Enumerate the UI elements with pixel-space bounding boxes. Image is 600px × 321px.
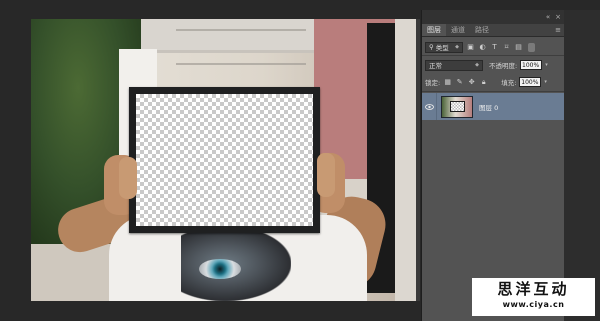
tab-layers[interactable]: 图层 bbox=[422, 24, 446, 36]
tab-channels[interactable]: 通道 bbox=[446, 24, 470, 36]
workspace bbox=[0, 0, 421, 321]
layers-panel: « × 图层 通道 路径 ≡ ⚲ 类型 ◆ ▣ ◐ T ⌑ ▤ 正常 ◆ 不透明… bbox=[421, 10, 565, 321]
photo-left-fingers bbox=[119, 157, 137, 199]
lock-all-icon[interactable]: 🔒︎ bbox=[479, 78, 488, 87]
fill-label: 填充: bbox=[501, 79, 517, 87]
chevron-down-icon: ◆ bbox=[475, 62, 479, 68]
filter-kind-select[interactable]: ⚲ 类型 ◆ bbox=[425, 41, 463, 53]
image-filter-icon[interactable]: ▣ bbox=[466, 43, 475, 52]
document-canvas[interactable] bbox=[31, 19, 416, 301]
lock-transparent-icon[interactable]: ▦ bbox=[443, 78, 452, 87]
fill-input[interactable]: 100% bbox=[519, 77, 542, 87]
collapse-panel-icon[interactable]: « bbox=[546, 13, 550, 21]
photo-doorframe bbox=[395, 19, 416, 301]
visibility-eye-icon[interactable] bbox=[422, 93, 437, 120]
blend-mode-value: 正常 bbox=[429, 62, 442, 70]
layer-row[interactable]: 图层 0 bbox=[422, 93, 565, 120]
transparent-area bbox=[136, 94, 313, 226]
lock-move-icon[interactable]: ✥ bbox=[467, 78, 476, 87]
tab-paths[interactable]: 路径 bbox=[470, 24, 494, 36]
layer-filter-row: ⚲ 类型 ◆ ▣ ◐ T ⌑ ▤ bbox=[422, 39, 565, 55]
opacity-slider-icon[interactable]: ▾ bbox=[545, 62, 548, 68]
lock-row: 锁定: ▦ ✎ ✥ 🔒︎ 填充: 100% ▾ bbox=[422, 74, 565, 90]
blend-mode-select[interactable]: 正常 ◆ bbox=[425, 59, 483, 71]
type-filter-icon[interactable]: T bbox=[490, 43, 499, 52]
opacity-label: 不透明度: bbox=[489, 62, 518, 70]
photo-shirt-eye bbox=[199, 259, 241, 279]
workspace-scrollbar[interactable] bbox=[416, 19, 420, 301]
divider bbox=[422, 55, 565, 56]
layer-name[interactable]: 图层 0 bbox=[479, 102, 498, 112]
blend-row: 正常 ◆ 不透明度: 100% ▾ bbox=[422, 57, 565, 73]
panel-tabs: 图层 通道 路径 ≡ bbox=[422, 24, 565, 37]
filter-kind-value: 类型 bbox=[435, 44, 449, 52]
layer-thumbnail bbox=[441, 95, 473, 118]
watermark-title: 思洋互动 bbox=[497, 280, 570, 298]
smart-object-filter-icon[interactable]: ▤ bbox=[514, 43, 523, 52]
chevron-down-icon: ◆ bbox=[455, 44, 459, 50]
photo-right-fingers bbox=[317, 153, 335, 197]
opacity-input[interactable]: 100% bbox=[520, 60, 543, 70]
search-icon: ⚲ bbox=[429, 43, 434, 51]
photo-shelf bbox=[176, 29, 306, 65]
lock-paint-icon[interactable]: ✎ bbox=[455, 78, 464, 87]
adjustment-filter-icon[interactable]: ◐ bbox=[478, 43, 487, 52]
fill-slider-icon[interactable]: ▾ bbox=[544, 79, 547, 85]
close-panel-icon[interactable]: × bbox=[555, 13, 561, 21]
photo-frame bbox=[129, 87, 320, 233]
panel-dock-strip bbox=[564, 10, 600, 321]
shape-filter-icon[interactable]: ⌑ bbox=[502, 43, 511, 52]
filter-toggle-switch[interactable] bbox=[528, 42, 535, 52]
panel-title-bar: « × bbox=[422, 10, 565, 24]
lock-label: 锁定: bbox=[425, 79, 441, 87]
watermark-url: www.ciya.cn bbox=[502, 300, 565, 309]
watermark: 思洋互动 www.ciya.cn bbox=[472, 278, 595, 316]
